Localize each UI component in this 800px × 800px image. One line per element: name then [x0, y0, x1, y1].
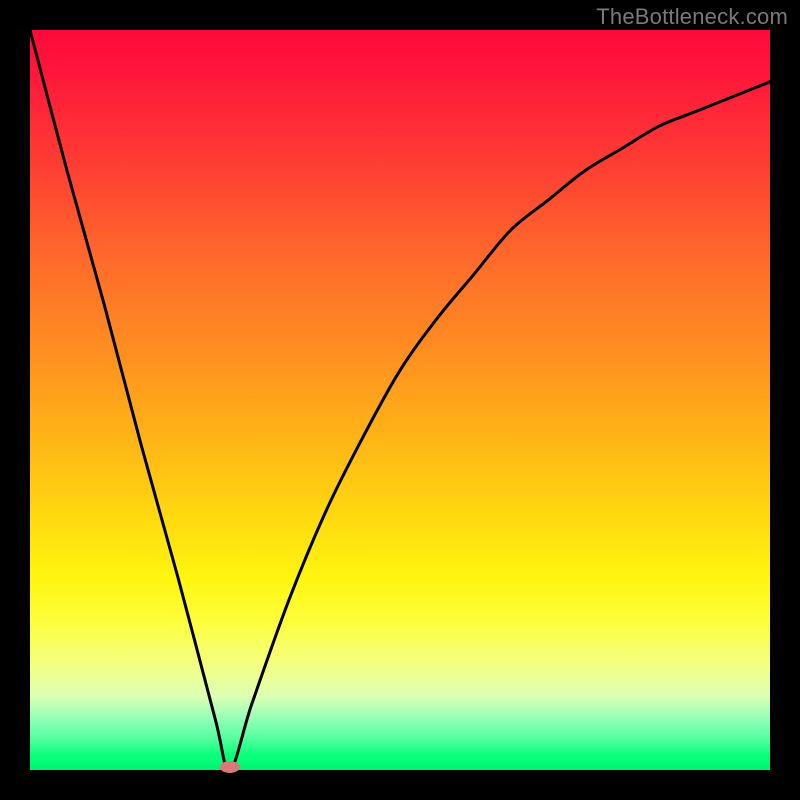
bottleneck-curve — [30, 30, 770, 770]
min-marker — [220, 761, 240, 773]
watermark-text: TheBottleneck.com — [596, 4, 788, 30]
curve-layer — [30, 30, 770, 770]
chart-frame: TheBottleneck.com — [0, 0, 800, 800]
